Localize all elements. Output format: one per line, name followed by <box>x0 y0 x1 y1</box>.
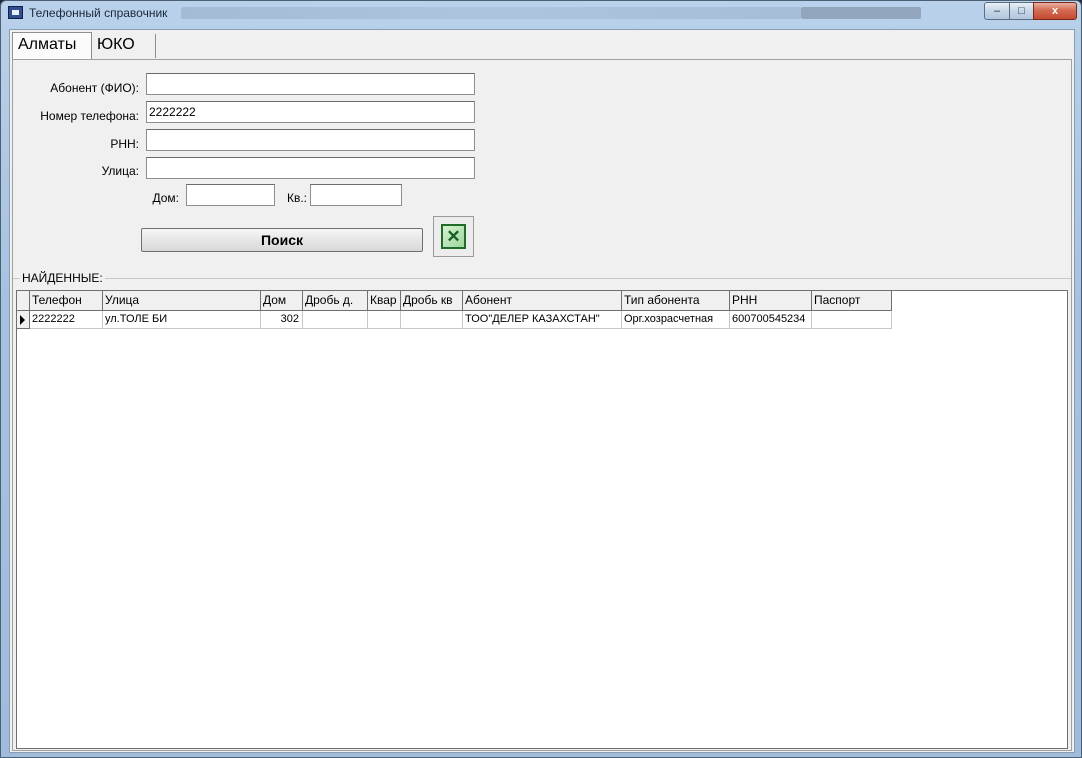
window-title: Телефонный справочник <box>29 6 168 20</box>
results-grid[interactable]: Телефон Улица Дом Дробь д. Квар Дробь кв… <box>16 290 1068 749</box>
taskbar-ghost-strip-right <box>801 7 921 19</box>
apartment-label: Кв.: <box>286 191 307 205</box>
cell-house-fraction[interactable] <box>303 311 368 329</box>
excel-export-button[interactable]: ✕ <box>433 216 474 257</box>
house-input[interactable] <box>186 184 275 206</box>
column-header-phone[interactable]: Телефон <box>30 291 103 311</box>
maximize-button[interactable]: □ <box>1009 2 1034 20</box>
main-window: Телефонный справочник – □ x ЮКО Алматы А… <box>0 0 1082 758</box>
row-indicator <box>17 311 30 329</box>
phone-label: Номер телефона: <box>40 109 139 123</box>
close-button[interactable]: x <box>1033 2 1077 20</box>
column-header-passport[interactable]: Паспорт <box>812 291 892 311</box>
minimize-button[interactable]: – <box>984 2 1010 20</box>
column-header-street[interactable]: Улица <box>103 291 261 311</box>
cell-passport[interactable] <box>812 311 892 329</box>
results-group-title: НАЙДЕННЫЕ: <box>20 271 105 285</box>
search-button[interactable]: Поиск <box>141 228 423 252</box>
cell-subscriber[interactable]: ТОО"ДЕЛЕР КАЗАХСТАН" <box>463 311 622 329</box>
cell-house[interactable]: 302 <box>261 311 303 329</box>
cell-rnn[interactable]: 600700545234 <box>730 311 812 329</box>
column-header-house[interactable]: Дом <box>261 291 303 311</box>
rnn-input[interactable] <box>146 129 475 151</box>
cell-apartment[interactable] <box>368 311 401 329</box>
client-area: ЮКО Алматы Абонент (ФИО): Номер телефона… <box>9 29 1075 753</box>
column-header-house-fraction[interactable]: Дробь д. <box>303 291 368 311</box>
subscriber-input[interactable] <box>146 73 475 95</box>
column-header-apartment[interactable]: Квар <box>368 291 401 311</box>
cell-street[interactable]: ул.ТОЛЕ БИ <box>103 311 261 329</box>
tab-almaty[interactable]: Алматы <box>12 32 92 60</box>
taskbar-ghost-strip <box>181 7 801 19</box>
search-panel: Абонент (ФИО): Номер телефона: РНН: Улиц… <box>12 59 1072 751</box>
rnn-label: РНН: <box>110 137 139 151</box>
street-input[interactable] <box>146 157 475 179</box>
cell-subscriber-type[interactable]: Орг.хозрасчетная <box>622 311 730 329</box>
current-row-arrow-icon <box>20 315 25 325</box>
row-indicator-header <box>17 291 30 311</box>
title-bar[interactable]: Телефонный справочник – □ x <box>1 1 1081 25</box>
house-label: Дом: <box>152 191 179 205</box>
tab-yuko[interactable]: ЮКО <box>92 34 156 58</box>
results-group: НАЙДЕННЫЕ: Телефон Улица Дом Дробь д. Кв… <box>13 271 1071 750</box>
phone-input[interactable] <box>146 101 475 123</box>
column-header-apartment-fraction[interactable]: Дробь кв <box>401 291 463 311</box>
street-label: Улица: <box>101 164 139 178</box>
app-icon <box>8 6 23 19</box>
cell-phone[interactable]: 2222222 <box>30 311 103 329</box>
cell-apartment-fraction[interactable] <box>401 311 463 329</box>
excel-icon: ✕ <box>441 224 466 249</box>
subscriber-label: Абонент (ФИО): <box>50 81 139 95</box>
apartment-input[interactable] <box>310 184 402 206</box>
column-header-rnn[interactable]: РНН <box>730 291 812 311</box>
column-header-subscriber[interactable]: Абонент <box>463 291 622 311</box>
column-header-subscriber-type[interactable]: Тип абонента <box>622 291 730 311</box>
